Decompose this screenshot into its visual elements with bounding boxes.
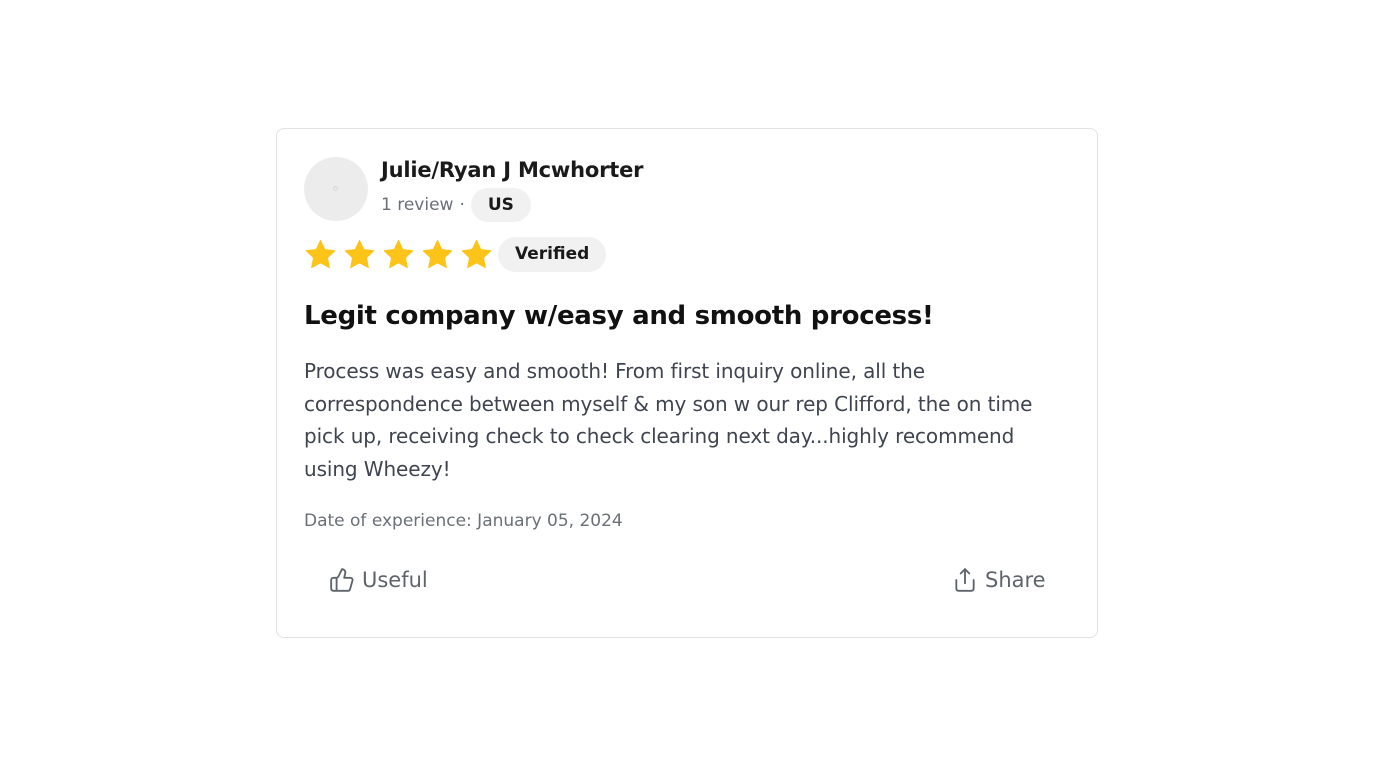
- country-badge: US: [470, 188, 531, 222]
- star-icon: [383, 239, 414, 268]
- star-icon: [344, 239, 375, 268]
- share-icon: [955, 568, 975, 592]
- share-label: Share: [985, 568, 1046, 592]
- star-rating: [304, 238, 499, 271]
- avatar[interactable]: [304, 157, 368, 221]
- useful-button[interactable]: Useful: [329, 563, 428, 597]
- rating-row: Verified: [304, 236, 607, 272]
- review-count: 1 review: [381, 195, 454, 215]
- star-icon: [422, 239, 453, 268]
- reviewer-meta: 1 review · US: [381, 188, 531, 222]
- meta-separator: ·: [459, 195, 465, 215]
- thumbs-up-icon: [330, 568, 354, 592]
- useful-label: Useful: [362, 568, 428, 592]
- star-icon: [461, 239, 492, 268]
- share-button[interactable]: Share: [952, 563, 1046, 597]
- review-title: Legit company w/easy and smooth process!: [304, 301, 934, 331]
- verified-badge[interactable]: Verified: [498, 236, 607, 272]
- date-of-experience: Date of experience: January 05, 2024: [304, 511, 623, 531]
- review-card: Julie/Ryan J Mcwhorter 1 review · US Ver…: [276, 128, 1098, 638]
- avatar-placeholder-icon: [333, 186, 338, 191]
- reviewer-name[interactable]: Julie/Ryan J Mcwhorter: [381, 158, 643, 182]
- review-body: Process was easy and smooth! From first …: [304, 359, 1033, 481]
- star-icon: [305, 239, 336, 268]
